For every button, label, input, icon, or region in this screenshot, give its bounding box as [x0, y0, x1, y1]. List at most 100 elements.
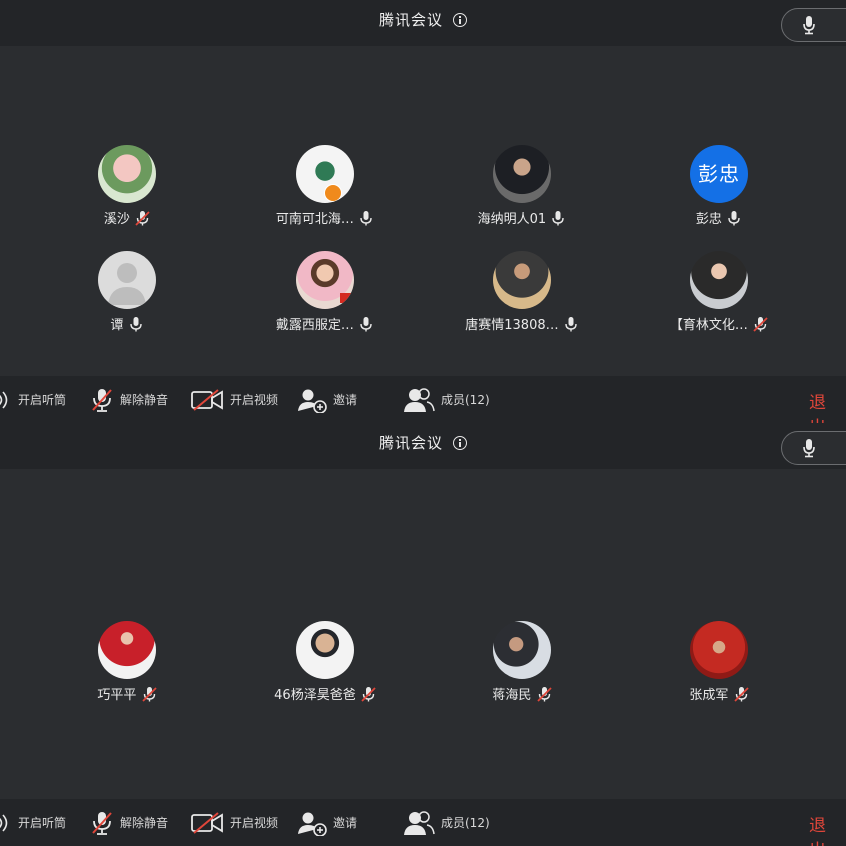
- participant-tile[interactable]: 谭: [27, 251, 227, 333]
- video-button[interactable]: 开启视频: [190, 376, 278, 423]
- exit-button[interactable]: 退出: [809, 388, 846, 423]
- top-bar: 腾讯会议: [0, 423, 846, 469]
- avatar: [690, 251, 748, 309]
- meeting-panel-2: 腾讯会议 巧平平 46杨泽昊爸爸 蒋海民 张成军 开启听筒 解除静音 开启视频 …: [0, 423, 846, 846]
- members-label: 成员(12): [441, 393, 490, 407]
- meeting-panel-1: 腾讯会议 溪沙 可南可北海… 海纳明人01 彭忠 彭忠 谭 戴露西服定… 唐赛情…: [0, 0, 846, 423]
- video-off-icon: [191, 388, 223, 411]
- participant-name: 巧平平: [97, 688, 137, 703]
- participant-tile[interactable]: 巧平平: [27, 621, 227, 703]
- mic-muted-icon: [536, 686, 552, 702]
- meeting-title-text: 腾讯会议: [378, 11, 443, 29]
- participant-name: 海纳明人01: [477, 212, 547, 227]
- mic-muted-icon: [92, 388, 112, 412]
- avatar: [493, 621, 551, 679]
- unmute-label: 解除静音: [120, 393, 169, 407]
- avatar: [493, 145, 551, 203]
- participant-tile[interactable]: 戴露西服定…: [225, 251, 425, 333]
- top-bar: 腾讯会议: [0, 0, 846, 46]
- unmute-label: 解除静音: [120, 816, 169, 830]
- avatar: [98, 251, 156, 309]
- video-label: 开启视频: [230, 816, 279, 830]
- default-user-icon: [108, 263, 146, 305]
- participant-tile[interactable]: 蒋海民: [422, 621, 622, 703]
- video-label: 开启视频: [230, 393, 279, 407]
- info-icon[interactable]: [453, 435, 467, 450]
- microphone-icon: [552, 210, 565, 225]
- participant-name: 谭: [110, 318, 124, 333]
- mic-muted-icon: [733, 686, 749, 702]
- microphone-icon: [565, 316, 577, 331]
- microphone-icon: [803, 439, 815, 458]
- video-button[interactable]: 开启视频: [190, 799, 278, 846]
- invite-button[interactable]: 邀请: [297, 376, 357, 423]
- microphone-icon: [803, 16, 815, 35]
- add-user-icon: [298, 812, 327, 836]
- invite-label: 邀请: [333, 393, 358, 407]
- avatar: 彭忠: [690, 145, 748, 203]
- speaker-label: 开启听筒: [18, 393, 67, 407]
- avatar: [296, 251, 354, 309]
- mic-toggle-button[interactable]: [781, 431, 846, 465]
- invite-button[interactable]: 邀请: [297, 799, 357, 846]
- mic-muted-icon: [135, 210, 150, 226]
- add-user-icon: [298, 389, 327, 413]
- participant-tile[interactable]: 可南可北海…: [225, 145, 425, 227]
- mic-muted-icon: [92, 811, 112, 835]
- participant-tile[interactable]: 张成军: [619, 621, 819, 703]
- microphone-icon: [129, 316, 142, 331]
- participant-name: 46杨泽昊爸爸: [274, 688, 356, 703]
- participant-tile[interactable]: 彭忠 彭忠: [619, 145, 819, 227]
- participant-grid: 溪沙 可南可北海… 海纳明人01 彭忠 彭忠 谭 戴露西服定… 唐赛情13808…: [0, 46, 846, 376]
- microphone-icon: [360, 210, 372, 225]
- participant-tile[interactable]: 【育林文化…: [619, 251, 819, 333]
- participant-tile[interactable]: 海纳明人01: [422, 145, 622, 227]
- members-label: 成员(12): [441, 816, 490, 830]
- host-badge-icon: [324, 184, 342, 202]
- speaker-button[interactable]: 开启听筒: [0, 376, 66, 423]
- microphone-icon: [728, 210, 740, 225]
- participant-name: 戴露西服定…: [275, 318, 354, 333]
- participant-tile[interactable]: 46杨泽昊爸爸: [225, 621, 425, 703]
- participant-grid: 巧平平 46杨泽昊爸爸 蒋海民 张成军: [0, 469, 846, 799]
- mic-muted-icon: [141, 686, 157, 702]
- members-icon: [404, 810, 435, 835]
- meeting-title: 腾讯会议: [0, 432, 846, 453]
- mic-muted-icon: [361, 686, 376, 702]
- speaker-icon: [0, 390, 8, 409]
- mic-muted-icon: [753, 316, 768, 332]
- avatar: [690, 621, 748, 679]
- participant-name: 溪沙: [103, 212, 130, 227]
- exit-button[interactable]: 退出: [809, 811, 846, 846]
- bottom-toolbar: 开启听筒 解除静音 开启视频 邀请 成员(12) 退出: [0, 799, 846, 846]
- speaker-label: 开启听筒: [18, 816, 67, 830]
- speaker-icon: [0, 813, 8, 832]
- meeting-title: 腾讯会议: [0, 9, 846, 30]
- unmute-button[interactable]: 解除静音: [90, 799, 168, 846]
- avatar: [296, 145, 354, 203]
- avatar: [98, 621, 156, 679]
- participant-name: 可南可北海…: [275, 212, 354, 227]
- flag-icon: [340, 293, 352, 303]
- invite-label: 邀请: [333, 816, 358, 830]
- participant-name: 张成军: [689, 688, 729, 703]
- participant-name: 彭忠: [695, 212, 722, 227]
- avatar: [296, 621, 354, 679]
- members-icon: [404, 387, 435, 412]
- mic-toggle-button[interactable]: [781, 8, 846, 42]
- video-off-icon: [191, 811, 223, 834]
- participant-name: 蒋海民: [492, 688, 532, 703]
- avatar: [98, 145, 156, 203]
- unmute-button[interactable]: 解除静音: [90, 376, 168, 423]
- members-button[interactable]: 成员(12): [403, 799, 490, 846]
- bottom-toolbar: 开启听筒 解除静音 开启视频 邀请 成员(12) 退出: [0, 376, 846, 423]
- members-button[interactable]: 成员(12): [403, 376, 490, 423]
- info-icon[interactable]: [453, 12, 467, 27]
- microphone-icon: [360, 316, 372, 331]
- speaker-button[interactable]: 开启听筒: [0, 799, 66, 846]
- participant-name: 唐赛情13808…: [465, 318, 559, 333]
- participant-tile[interactable]: 唐赛情13808…: [422, 251, 622, 333]
- participant-name: 【育林文化…: [669, 318, 748, 333]
- meeting-title-text: 腾讯会议: [378, 434, 443, 452]
- participant-tile[interactable]: 溪沙: [27, 145, 227, 227]
